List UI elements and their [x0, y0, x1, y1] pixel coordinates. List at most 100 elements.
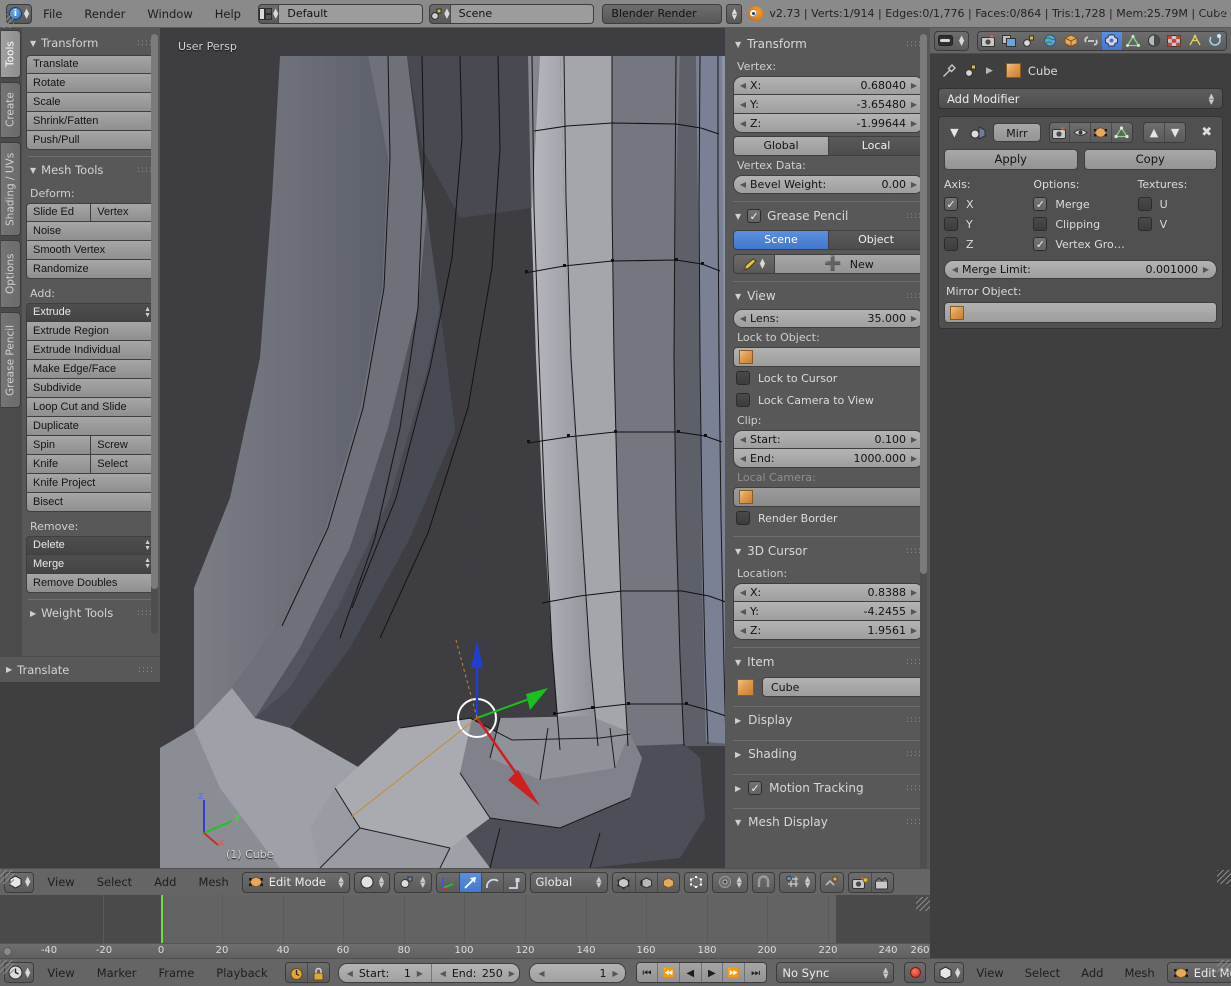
- transform-orientation-selector[interactable]: Global ▲ ▼: [529, 871, 608, 893]
- tab-texture-icon[interactable]: [1164, 32, 1185, 50]
- edit-mode-display-icon[interactable]: [1090, 123, 1112, 142]
- jump-to-end-button[interactable]: ⏭: [744, 963, 767, 982]
- tool-shrink-fatten[interactable]: Shrink/Fatten: [26, 112, 156, 131]
- bevel-weight-field[interactable]: ◀ Bevel Weight: 0.00 ▶: [733, 175, 924, 194]
- previous-keyframe-button[interactable]: ⏪: [658, 963, 680, 982]
- arrow-left-icon[interactable]: ◀: [738, 314, 748, 323]
- tab-modifiers-icon[interactable]: [1101, 31, 1123, 50]
- scene-selector[interactable]: ▲▼ Scene + ✕: [429, 3, 595, 24]
- arrow-left-icon[interactable]: ◀: [738, 626, 748, 635]
- render-animation-icon[interactable]: [871, 872, 893, 892]
- tool-scale[interactable]: Scale: [26, 93, 156, 112]
- tool-randomize[interactable]: Randomize: [26, 260, 156, 279]
- tool-select[interactable]: Select: [91, 455, 156, 474]
- editor-type-timeline-button[interactable]: ▲ ▼: [4, 962, 35, 983]
- mirror-object-field[interactable]: [944, 302, 1217, 323]
- global-button[interactable]: Global: [733, 136, 829, 156]
- arrow-right-icon[interactable]: ▶: [909, 454, 919, 463]
- play-button[interactable]: ▶: [701, 963, 724, 982]
- menu-frame[interactable]: Frame: [149, 964, 203, 982]
- tool-subdivide[interactable]: Subdivide: [26, 379, 156, 398]
- record-button[interactable]: [904, 962, 926, 983]
- npanel-scrollbar[interactable]: [920, 34, 927, 868]
- panel-header-view[interactable]: ▼ View ::::: [733, 282, 924, 309]
- lock-to-cursor-checkbox[interactable]: [736, 371, 750, 385]
- tab-render-icon[interactable]: [978, 32, 999, 50]
- tool-extrude-individual[interactable]: Extrude Individual: [26, 341, 156, 360]
- move-up-button[interactable]: ▲: [1144, 123, 1165, 142]
- editor-type-info-button[interactable]: i ▲ ▼: [6, 3, 33, 24]
- timeline-editor[interactable]: -40 -20 0 20 40 60 80 100 120 140 160 18…: [0, 895, 930, 958]
- item-name-field[interactable]: Cube: [762, 677, 924, 697]
- gp-object-button[interactable]: Object: [829, 230, 924, 250]
- auto-keyframe-icon[interactable]: [286, 963, 308, 982]
- menu-file[interactable]: File: [32, 5, 73, 23]
- vertex-group-checkbox[interactable]: ✓: [1033, 237, 1048, 251]
- arrow-left-icon[interactable]: ◀: [738, 588, 748, 597]
- tool-vertex-slide[interactable]: Vertex: [91, 203, 156, 222]
- cursor-x-field[interactable]: ◀ X: 0.8388 ▶: [733, 583, 924, 602]
- tab-create[interactable]: Create: [1, 82, 21, 138]
- layout-name-field[interactable]: Default: [279, 4, 423, 23]
- texture-v-checkbox[interactable]: [1137, 217, 1152, 231]
- axis-z-row[interactable]: Z: [944, 234, 1033, 254]
- arrow-left-icon[interactable]: ◀: [738, 435, 748, 444]
- tab-object-icon[interactable]: [1060, 32, 1081, 50]
- tab-world-icon[interactable]: [1040, 32, 1061, 50]
- arrow-right-icon[interactable]: ▶: [909, 180, 919, 189]
- tool-merge-dropdown[interactable]: Merge ▲ ▼: [26, 555, 156, 574]
- frame-end-field[interactable]: ◀ End: 250 ▶: [430, 963, 520, 982]
- tool-delete-dropdown[interactable]: Delete ▲ ▼: [26, 536, 156, 555]
- menu-view[interactable]: View: [38, 873, 83, 891]
- menu-view[interactable]: View: [38, 964, 83, 982]
- tool-make-edge-face[interactable]: Make Edge/Face: [26, 360, 156, 379]
- panel-header-shading[interactable]: ▶ Shading ::::: [733, 741, 924, 767]
- tool-translate[interactable]: Translate: [26, 55, 156, 74]
- snap-target-selector[interactable]: ▲ ▼: [778, 871, 817, 893]
- menu-mesh[interactable]: Mesh: [1115, 964, 1163, 982]
- arrow-right-icon[interactable]: ▶: [610, 969, 620, 978]
- texture-v-row[interactable]: V: [1137, 214, 1217, 234]
- gp-new-button[interactable]: ➕ New: [775, 254, 924, 274]
- tool-push-pull[interactable]: Push/Pull: [26, 131, 156, 150]
- tab-shading-uvs[interactable]: Shading / UVs: [1, 142, 21, 236]
- menu-marker[interactable]: Marker: [88, 964, 146, 982]
- scrollbar-thumb[interactable]: [151, 34, 158, 589]
- render-border-row[interactable]: Render Border: [733, 507, 924, 529]
- vertex-select-mode-icon[interactable]: [613, 873, 635, 892]
- vertex-y-field[interactable]: ◀ Y: -3.65480 ▶: [733, 95, 924, 114]
- tab-render-layers-icon[interactable]: [998, 32, 1019, 50]
- gp-brush-selector[interactable]: ▲ ▼: [733, 254, 775, 274]
- lens-field[interactable]: ◀ Lens: 35.000 ▶: [733, 309, 924, 328]
- tool-spin[interactable]: Spin: [26, 436, 92, 455]
- panel-header-item[interactable]: ▼ Item ::::: [733, 648, 924, 675]
- arrow-right-icon[interactable]: ▶: [909, 119, 919, 128]
- tool-duplicate[interactable]: Duplicate: [26, 417, 156, 436]
- tab-data-icon[interactable]: [1122, 32, 1143, 50]
- arrow-left-icon[interactable]: ◀: [738, 119, 748, 128]
- 3d-viewport[interactable]: User Persp (1) Cube z y x: [160, 28, 725, 868]
- menu-window[interactable]: Window: [136, 5, 203, 23]
- screen-layout-selector[interactable]: ▲▼ Default + ✕: [257, 3, 424, 24]
- texture-u-row[interactable]: U: [1137, 194, 1217, 214]
- menu-select[interactable]: Select: [88, 873, 141, 891]
- tool-knife[interactable]: Knife: [26, 455, 92, 474]
- arrow-right-icon[interactable]: ▶: [1201, 265, 1211, 274]
- tool-slide-edge[interactable]: Slide Ed: [26, 203, 92, 222]
- menu-select[interactable]: Select: [1016, 964, 1069, 982]
- panel-header-3d-cursor[interactable]: ▼ 3D Cursor ::::: [733, 537, 924, 564]
- local-camera-field[interactable]: [733, 487, 924, 507]
- timeline-ruler[interactable]: -40 -20 0 20 40 60 80 100 120 140 160 18…: [0, 943, 930, 958]
- scale-manipulator-icon[interactable]: [502, 872, 525, 892]
- cursor-z-field[interactable]: ◀ Z: 1.9561 ▶: [733, 621, 924, 640]
- chevron-updown-icon[interactable]: ▲ ▼: [726, 3, 743, 24]
- add-modifier-button[interactable]: Add Modifier ▲ ▼: [938, 88, 1223, 109]
- tab-options[interactable]: Options: [1, 240, 21, 308]
- limit-selection-to-visible-button[interactable]: [683, 871, 708, 893]
- arrow-left-icon[interactable]: ◀: [345, 969, 355, 978]
- cursor-y-field[interactable]: ◀ Y: -4.2455 ▶: [733, 602, 924, 621]
- arrow-right-icon[interactable]: ▶: [415, 969, 425, 978]
- option-clipping-row[interactable]: Clipping: [1033, 214, 1137, 234]
- viewport-visibility-eye-icon[interactable]: [1070, 123, 1091, 142]
- lock-to-cursor-row[interactable]: Lock to Cursor: [733, 367, 924, 389]
